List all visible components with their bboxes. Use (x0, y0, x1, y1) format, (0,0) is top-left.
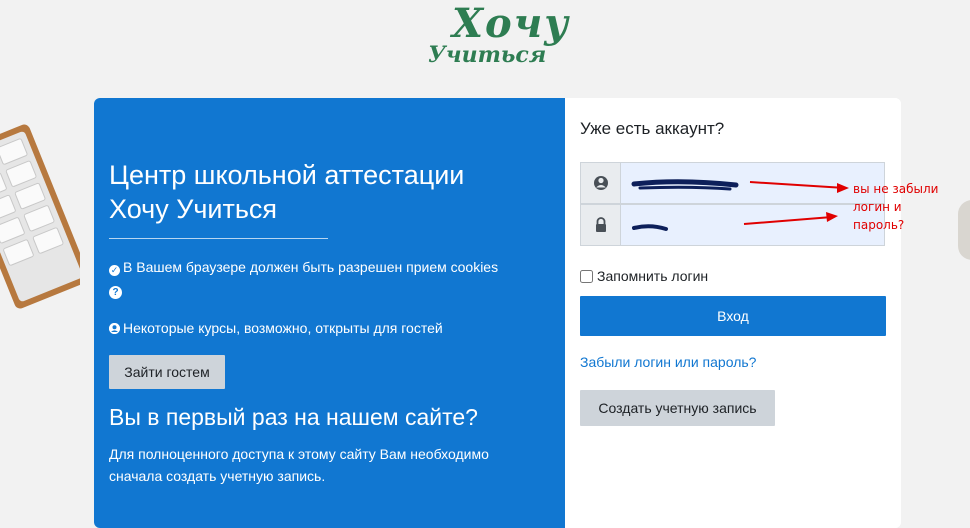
logo-line1: Хочу (452, 0, 571, 47)
guest-notice-text: Некоторые курсы, возможно, открыты для г… (123, 320, 443, 336)
guest-notice: Некоторые курсы, возможно, открыты для г… (109, 317, 549, 339)
remember-login[interactable]: Запомнить логин (580, 268, 708, 284)
info-panel: Центр школьной аттестации Хочу Учиться ✓… (94, 98, 565, 528)
guest-login-button[interactable]: Зайти гостем (109, 355, 225, 389)
login-card: Центр школьной аттестации Хочу Учиться ✓… (94, 98, 901, 528)
first-time-description: Для полноценного доступа к этому сайту В… (109, 446, 489, 484)
user-icon (594, 176, 608, 190)
username-prefix (581, 163, 621, 203)
cookies-notice: ✓ В Вашем браузере должен быть разрешен п… (109, 256, 549, 300)
annotation-line1: вы не забыли (853, 182, 939, 196)
create-account-button[interactable]: Создать учетную запись (580, 390, 775, 426)
title-line2: Хочу Учиться (109, 194, 278, 224)
page-title: Центр школьной аттестации Хочу Учиться (109, 158, 549, 226)
login-heading: Уже есть аккаунт? (580, 119, 725, 138)
title-divider (109, 238, 328, 239)
remember-label: Запомнить логин (597, 268, 709, 284)
first-time-heading: Вы в первый раз на нашем сайте? (109, 404, 478, 430)
login-form: Уже есть аккаунт? Запомнить логин Вход З… (565, 98, 901, 528)
username-field (580, 162, 885, 204)
red-annotation: вы не забыли логин и пароль? (853, 180, 963, 234)
guest-user-icon (109, 323, 120, 334)
password-input[interactable] (633, 213, 837, 239)
annotation-line2: логин и (853, 200, 902, 214)
password-prefix (581, 205, 621, 245)
lock-icon (596, 217, 606, 232)
remember-checkbox[interactable] (580, 270, 593, 283)
keyboard-decoration (0, 124, 80, 309)
annotation-line3: пароль? (853, 218, 905, 232)
login-button[interactable]: Вход (580, 296, 886, 336)
title-line1: Центр школьной аттестации (109, 160, 465, 190)
forgot-password-link[interactable]: Забыли логин или пароль? (580, 354, 756, 370)
site-logo: Хочу Учиться (0, 0, 970, 80)
cookies-notice-text: В Вашем браузере должен быть разрешен пр… (123, 259, 499, 275)
password-field (580, 204, 885, 246)
logo-line2: Учиться (428, 42, 547, 68)
check-circle-icon: ✓ (109, 265, 120, 276)
username-input[interactable] (633, 171, 837, 197)
question-circle-icon[interactable]: ? (109, 286, 122, 299)
